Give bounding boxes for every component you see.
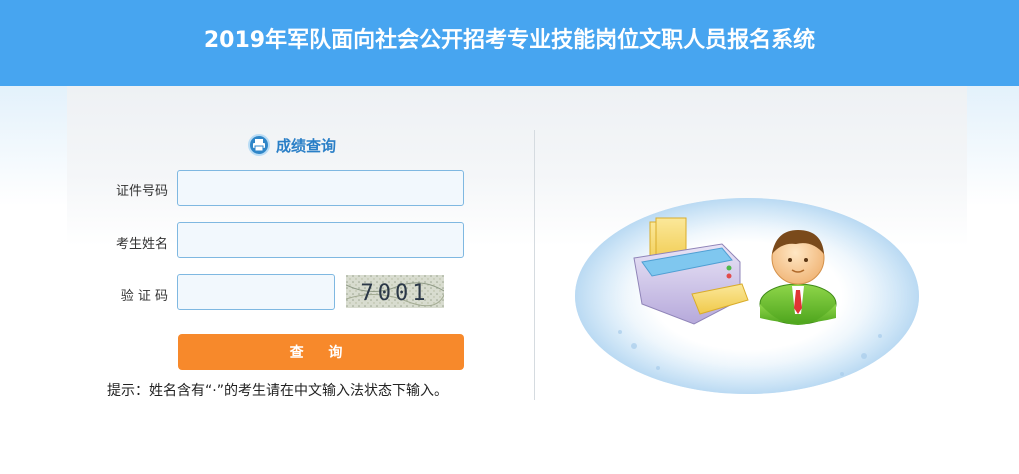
captcha-label: 验 证 码: [120, 289, 168, 304]
page-header: 2019年军队面向社会公开招考专业技能岗位文职人员报名系统: [0, 0, 1019, 86]
page-title: 2019年军队面向社会公开招考专业技能岗位文职人员报名系统: [203, 28, 816, 53]
vertical-divider: [534, 130, 535, 400]
section-heading: 成绩查询: [248, 133, 336, 157]
captcha-image[interactable]: 7001: [345, 275, 445, 308]
input-hint: 提示：姓名含有“·”的考生请在中文输入法状态下输入。: [107, 383, 448, 399]
id-number-input[interactable]: [177, 170, 464, 206]
section-title: 成绩查询: [276, 136, 337, 155]
name-label: 考生姓名: [115, 237, 168, 252]
id-number-label: 证件号码: [115, 184, 168, 199]
printer-icon: [248, 134, 270, 156]
captcha-text: 7001: [361, 281, 430, 306]
name-input[interactable]: [177, 222, 464, 258]
printer-person-illustration: [572, 196, 922, 396]
captcha-input[interactable]: [177, 274, 335, 310]
query-button[interactable]: 查 询: [178, 334, 464, 370]
